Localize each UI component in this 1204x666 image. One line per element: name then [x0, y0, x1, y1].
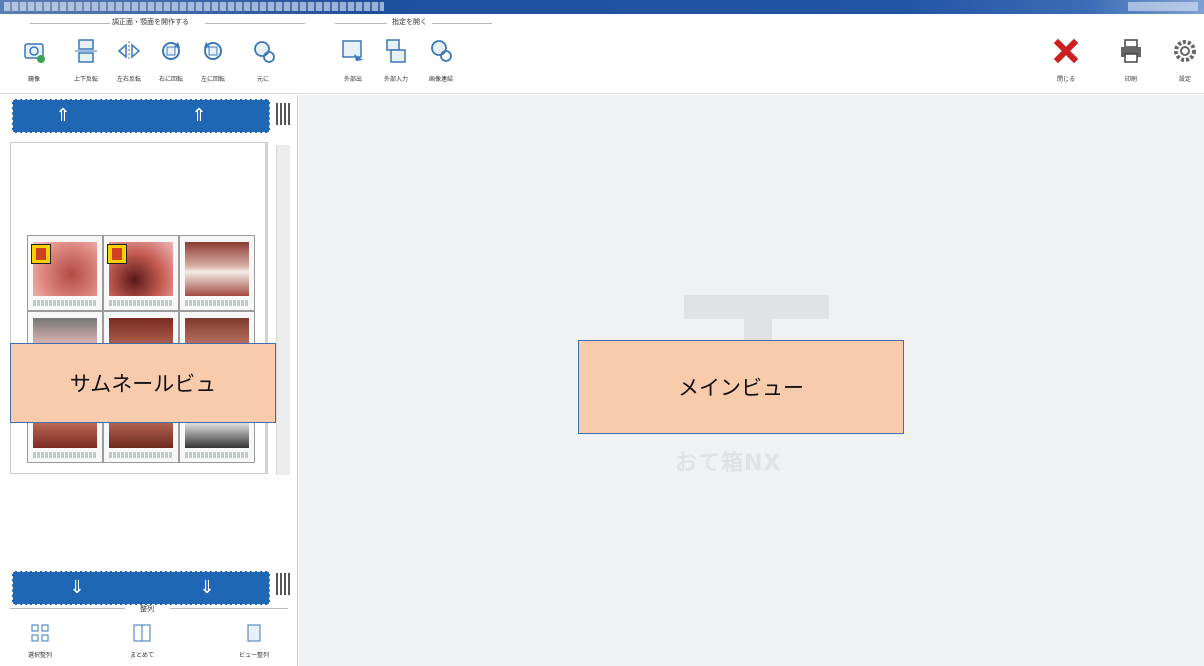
close-button[interactable]: 閉じる	[1043, 36, 1089, 92]
video-play-icon	[31, 244, 51, 264]
thumbnail-view-callout: サムネールビュ	[10, 343, 276, 423]
reset-icon	[254, 41, 275, 63]
ribbon-toolbar: 調正面・顎面を開作する 指定を開く 鏡像 上下反転 左右反転 右に回転 左に回転…	[0, 14, 1204, 94]
link-images-icon	[431, 40, 452, 62]
rotate-right-icon	[162, 42, 180, 60]
import-icon	[386, 39, 406, 63]
print-button[interactable]: 印刷	[1108, 36, 1154, 92]
close-icon	[1053, 38, 1079, 64]
thumbnail-item[interactable]	[103, 235, 179, 311]
window-title-text	[4, 2, 384, 11]
thumbnail-item[interactable]	[27, 235, 103, 311]
scroll-up-icon[interactable]: ⇑	[185, 106, 213, 126]
flip-vertical-icon	[75, 39, 97, 63]
rotate-left-icon	[204, 42, 222, 60]
logo-text: おて箱NX	[675, 451, 782, 476]
arrange-batch-icon	[133, 624, 151, 642]
resize-grip[interactable]	[276, 573, 290, 595]
select-arrange-button[interactable]: 選択整列	[10, 622, 70, 659]
group-divider	[10, 608, 125, 609]
scroll-down-icon[interactable]: ⇓	[63, 578, 91, 598]
vertical-scrollbar[interactable]	[276, 145, 290, 475]
window-controls[interactable]	[1128, 2, 1198, 11]
scroll-up-icon[interactable]: ⇑	[49, 106, 77, 126]
rotate-right-button[interactable]: 右に回転	[148, 36, 194, 92]
group-divider	[205, 23, 305, 24]
flip-horizontal-button[interactable]: 左右反転	[106, 36, 152, 92]
group-divider	[432, 23, 492, 24]
group-divider	[335, 23, 387, 24]
group-label-edit: 調正面・顎面を開作する	[112, 18, 189, 26]
rotate-left-button[interactable]: 左に回転	[190, 36, 236, 92]
arrange-group: 整列 選択整列 まとめて ビュー整列	[0, 600, 298, 666]
printer-icon	[1121, 39, 1141, 63]
thumbnail-item[interactable]	[179, 235, 255, 311]
settings-button[interactable]: 設定	[1162, 36, 1204, 92]
camera-mirror-icon	[24, 43, 45, 63]
group-label-open: 指定を開く	[392, 18, 427, 26]
flip-vertical-button[interactable]: 上下反転	[63, 36, 109, 92]
flip-horizontal-icon	[117, 41, 141, 61]
scroll-down-icon[interactable]: ⇓	[193, 578, 221, 598]
scroll-up-bar[interactable]: ⇑ ⇑	[12, 99, 270, 133]
export-button[interactable]: 外部出	[330, 36, 376, 92]
main-view-callout: メインビュー	[578, 340, 904, 434]
group-divider	[170, 608, 288, 609]
title-bar	[0, 0, 1204, 14]
view-arrange-button[interactable]: ビュー整列	[224, 622, 284, 659]
group-divider	[30, 23, 110, 24]
resize-grip[interactable]	[276, 103, 290, 125]
gear-icon	[1174, 40, 1196, 62]
arrange-select-icon	[31, 624, 49, 642]
import-button[interactable]: 外部入力	[373, 36, 419, 92]
arrange-view-icon	[247, 624, 261, 642]
video-play-icon	[107, 244, 127, 264]
arrange-group-label: 整列	[140, 605, 154, 613]
batch-arrange-button[interactable]: まとめて	[112, 622, 172, 659]
mirror-button[interactable]: 鏡像	[11, 36, 57, 92]
link-images-button[interactable]: 画像連結	[418, 36, 464, 92]
export-icon	[342, 40, 363, 61]
reset-button[interactable]: 元に	[240, 36, 286, 92]
